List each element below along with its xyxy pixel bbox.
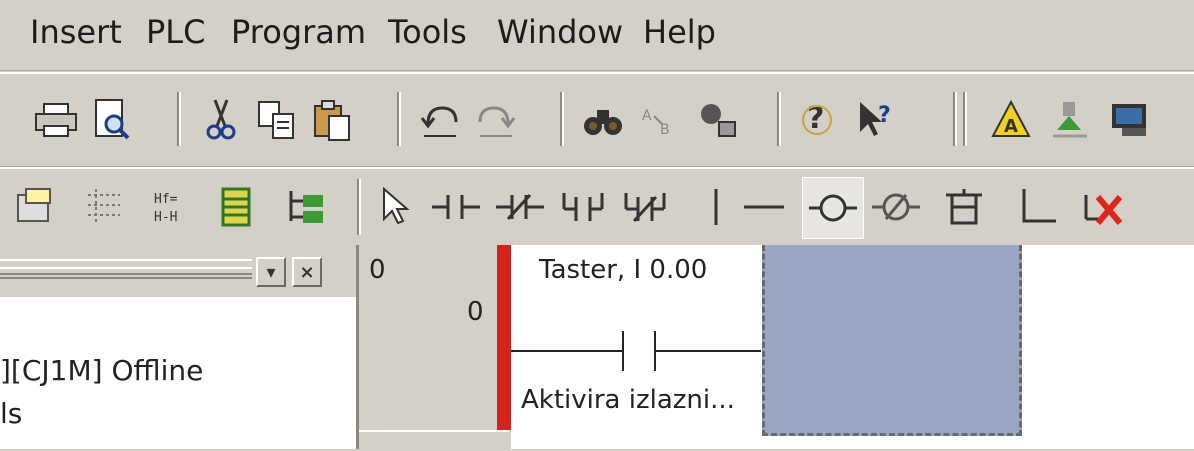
step-number: 0: [467, 297, 484, 327]
contact-address-label: Taster, I 0.00: [539, 255, 708, 285]
rung-number-column: 0 0: [359, 245, 499, 449]
menu-window[interactable]: Window: [497, 12, 623, 52]
corner-line-icon[interactable]: [1012, 181, 1064, 233]
menu-bar: Insert PLC Program Tools Window Help: [0, 0, 1194, 71]
contact-nc-icon[interactable]: [494, 181, 546, 233]
whats-this-icon[interactable]: ?: [850, 94, 902, 146]
help-icon[interactable]: ?: [793, 94, 845, 146]
toolbar-separator: [357, 179, 361, 235]
copy-icon[interactable]: [251, 94, 303, 146]
warning-icon[interactable]: A: [985, 94, 1037, 146]
print-preview-icon[interactable]: [86, 94, 138, 146]
project-tree-item[interactable]: ls: [0, 397, 22, 430]
toolbar-separator: [953, 92, 957, 146]
find-replace-icon[interactable]: AB: [634, 94, 686, 146]
titlebar-grip: [0, 267, 252, 279]
svg-text:A: A: [1004, 116, 1018, 137]
selected-cell[interactable]: [762, 245, 1022, 436]
menu-insert[interactable]: Insert: [30, 12, 122, 52]
main-toolbar: AB ? ? A: [0, 72, 1194, 167]
paste-icon[interactable]: [307, 94, 359, 146]
undo-icon[interactable]: [414, 94, 466, 146]
project-panel: ▾ × ][CJ1M] Offline ls: [0, 245, 359, 449]
find-icon[interactable]: [577, 94, 629, 146]
svg-text:A: A: [642, 108, 652, 124]
select-pointer-icon[interactable]: [372, 181, 424, 233]
contact-comment-label: Aktivira izlazni...: [521, 385, 735, 415]
io-table-icon[interactable]: [209, 181, 261, 233]
menu-tools[interactable]: Tools: [388, 12, 467, 52]
online-icon[interactable]: [1108, 94, 1160, 146]
redo-icon[interactable]: [470, 94, 522, 146]
grid-icon[interactable]: [78, 181, 130, 233]
svg-text:?: ?: [878, 103, 891, 128]
toolbar-separator: [177, 92, 181, 146]
delete-icon[interactable]: [1080, 181, 1132, 233]
cross-reference-icon[interactable]: [693, 94, 745, 146]
properties-icon[interactable]: [8, 181, 60, 233]
vertical-line-icon[interactable]: [690, 181, 742, 233]
menu-program[interactable]: Program: [231, 12, 366, 52]
contact-no-icon[interactable]: [430, 181, 482, 233]
toolbar-separator: [560, 92, 564, 146]
svg-text:Hf=: Hf=: [154, 192, 178, 207]
project-status-label[interactable]: ][CJ1M] Offline: [0, 354, 203, 387]
next-rung-header: [359, 430, 509, 451]
symbol-table-icon[interactable]: Hf= H-H: [146, 181, 198, 233]
toolbar-separator: [963, 92, 967, 146]
dropdown-icon[interactable]: ▾: [256, 257, 286, 287]
toolbar-separator: [397, 92, 401, 146]
normally-open-contact[interactable]: [511, 305, 761, 385]
coil-nc-icon[interactable]: [870, 181, 922, 233]
rung-marker: [497, 245, 511, 430]
menu-help[interactable]: Help: [643, 12, 716, 52]
horizontal-line-icon[interactable]: [738, 181, 790, 233]
cut-icon[interactable]: [195, 94, 247, 146]
instruction-block-icon[interactable]: [938, 181, 990, 233]
close-icon[interactable]: ×: [292, 257, 322, 287]
print-icon[interactable]: [30, 94, 82, 146]
network-tree-icon[interactable]: [279, 181, 331, 233]
contact-or-nc-icon[interactable]: [620, 181, 672, 233]
contact-or-no-icon[interactable]: [558, 181, 610, 233]
toolbar-separator: [777, 92, 781, 146]
monitor-icon[interactable]: [1045, 94, 1097, 146]
svg-text:H-H: H-H: [154, 210, 177, 225]
project-panel-titlebar[interactable]: ▾ ×: [0, 245, 356, 297]
coil-icon[interactable]: [802, 177, 864, 239]
menu-plc[interactable]: PLC: [146, 12, 205, 52]
rung-number: 0: [369, 255, 386, 285]
ladder-toolbar: Hf= H-H: [0, 167, 1194, 248]
